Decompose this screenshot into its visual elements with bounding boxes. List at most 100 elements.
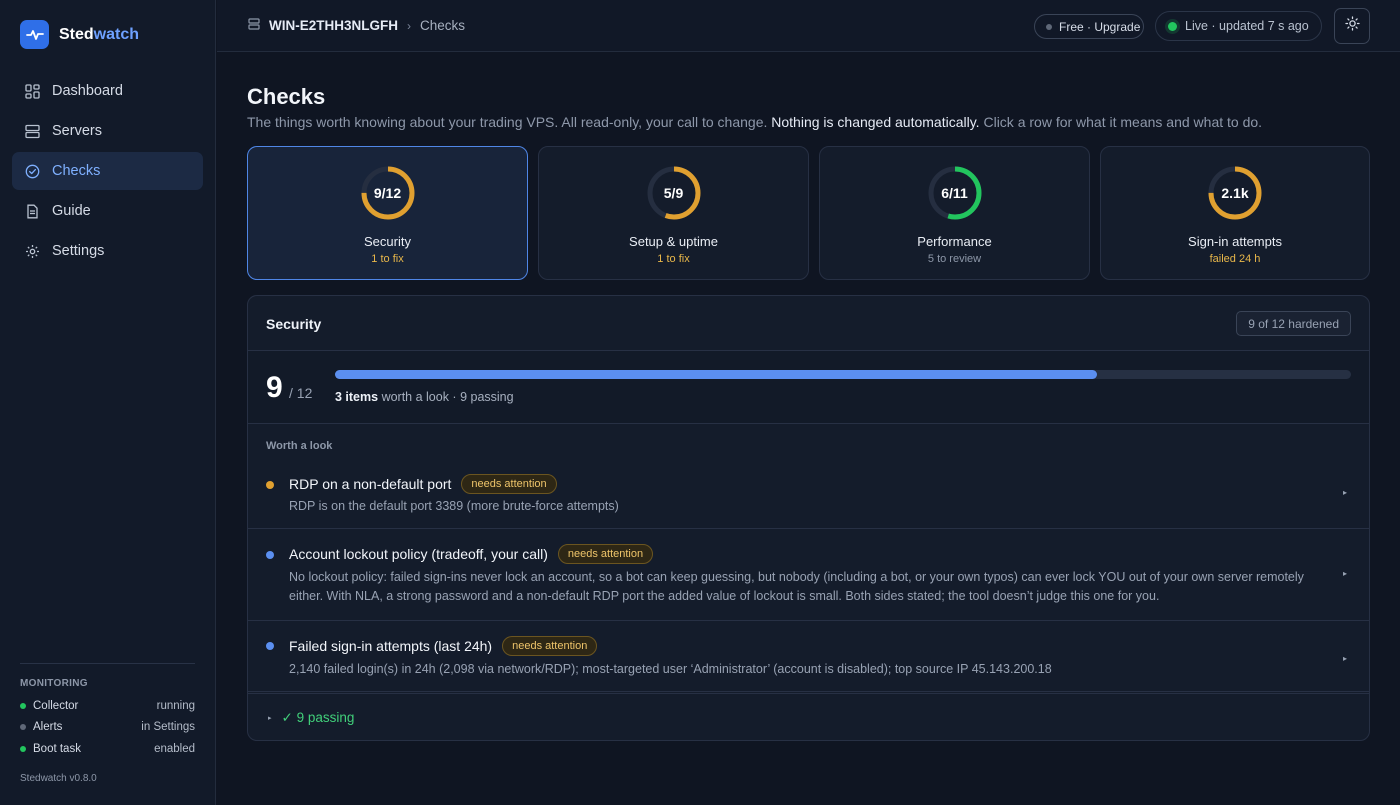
sidebar-item-dashboard[interactable]: Dashboard	[12, 72, 203, 110]
card-value: 5/9	[663, 185, 684, 201]
brand[interactable]: Stedwatch	[20, 20, 139, 49]
monitor-row-boot-task: Boot task enabled	[20, 738, 195, 760]
brand-suffix: watch	[93, 25, 140, 43]
check-row-account-lockout[interactable]: Account lockout policy (tradeoff, your c…	[248, 530, 1369, 621]
sidebar-item-label: Settings	[52, 243, 105, 259]
chevron-right-icon: ▸	[1342, 569, 1347, 578]
breadcrumb-host[interactable]: WIN-E2THH3NLGFH	[269, 18, 398, 33]
card-title: Setup & uptime	[629, 234, 718, 249]
items-count: 3 items	[335, 390, 379, 404]
check-name: RDP on a non-default port needs attention	[289, 474, 557, 494]
breadcrumb: WIN-E2THH3NLGFH › Checks	[248, 18, 465, 33]
severity-dot	[266, 481, 274, 489]
check-description: RDP is on the default port 3389 (more br…	[289, 499, 619, 513]
sidebar-item-guide[interactable]: Guide	[12, 192, 203, 230]
card-subtitle: 1 to fix	[657, 253, 690, 265]
needs-attention-badge: needs attention	[557, 544, 654, 564]
severity-dot	[266, 642, 274, 650]
page-subtitle: The things worth knowing about your trad…	[247, 114, 1262, 130]
status-dot	[20, 724, 26, 731]
card-sign-in-attempts[interactable]: 2.1k Sign-in attempts failed 24 h	[1100, 146, 1370, 280]
panel-title: Security	[266, 316, 322, 332]
plan-dot	[1046, 23, 1052, 30]
score-total: / 12	[289, 385, 313, 401]
theme-toggle-button[interactable]	[1334, 8, 1370, 44]
card-setup-uptime[interactable]: 5/9 Setup & uptime 1 to fix	[538, 146, 809, 280]
score-ring: 2.1k	[1206, 164, 1264, 222]
live-dot	[1168, 21, 1177, 31]
status-dot	[20, 702, 26, 709]
chevron-right-icon: ▸	[1342, 488, 1347, 497]
monitor-row-alerts: Alerts in Settings	[20, 717, 195, 739]
app-version: Stedwatch v0.8.0	[20, 773, 97, 784]
section-label: Worth a look	[266, 440, 333, 452]
chevron-right-icon: ▸	[1342, 654, 1347, 663]
topbar: WIN-E2THH3NLGFH › Checks Free · Upgrade …	[217, 0, 1400, 52]
sidebar-item-servers[interactable]: Servers	[12, 112, 203, 150]
gear-icon	[24, 243, 40, 259]
card-security[interactable]: 9/12 Security 1 to fix	[247, 146, 528, 280]
summary-rest: worth a look · 9 passing	[378, 390, 514, 404]
upgrade-button[interactable]: Free · Upgrade	[1034, 14, 1144, 39]
card-title: Performance	[917, 234, 992, 249]
brand-prefix: Sted	[59, 25, 94, 43]
score-summary-text: 3 items worth a look · 9 passing	[335, 390, 514, 404]
card-value: 6/11	[941, 185, 968, 201]
check-description: 2,140 failed login(s) in 24h (2,098 via …	[289, 662, 1052, 676]
check-name: Account lockout policy (tradeoff, your c…	[289, 544, 654, 564]
monitor-value: running	[156, 699, 195, 712]
needs-attention-badge: needs attention	[461, 474, 557, 494]
security-panel: Security 9 of 12 hardened 9 / 12 3 items…	[247, 295, 1370, 741]
status-dot	[20, 745, 26, 752]
sidebar-item-label: Servers	[52, 123, 102, 139]
check-row-rdp-port[interactable]: RDP on a non-default port needs attention…	[248, 459, 1369, 529]
severity-dot	[266, 551, 274, 559]
servers-icon	[24, 123, 40, 139]
pulse-logo-icon	[20, 20, 49, 49]
subtitle-part: Click a row for what it means and what t…	[979, 114, 1263, 130]
sidebar-item-label: Dashboard	[52, 83, 123, 99]
live-status: Live · updated 7 s ago	[1155, 11, 1322, 41]
summary-cards: 9/12 Security 1 to fix 5/9 Setup & uptim…	[247, 146, 1370, 280]
check-title: Failed sign-in attempts (last 24h)	[289, 638, 493, 654]
page-title: Checks	[247, 84, 326, 109]
sidebar-item-settings[interactable]: Settings	[12, 232, 203, 270]
breadcrumb-page: Checks	[420, 18, 466, 33]
monitor-row-collector: Collector running	[20, 695, 195, 717]
hardened-badge: 9 of 12 hardened	[1236, 311, 1351, 336]
card-title: Security	[364, 234, 411, 249]
chevron-right-icon: ▸	[268, 714, 272, 722]
sidebar-nav: Dashboard Servers Checks Guide Settings	[12, 72, 203, 272]
guide-icon	[24, 203, 40, 219]
sidebar: Stedwatch Dashboard Servers Checks Guide	[0, 0, 216, 805]
score-value: 9	[266, 371, 283, 404]
progress-fill	[335, 370, 1097, 379]
card-subtitle: 5 to review	[927, 253, 982, 265]
live-label: Live · updated 7 s ago	[1185, 19, 1309, 33]
check-title: RDP on a non-default port	[289, 476, 452, 492]
brand-name: Stedwatch	[59, 26, 139, 44]
card-value: 2.1k	[1221, 185, 1249, 201]
needs-attention-badge: needs attention	[502, 636, 598, 656]
card-subtitle: failed 24 h	[1209, 253, 1261, 265]
subtitle-part: The things worth knowing about your trad…	[247, 114, 772, 130]
monitor-label: Collector	[33, 699, 79, 712]
passing-label: ✓ 9 passing	[281, 709, 355, 725]
card-performance[interactable]: 6/11 Performance 5 to review	[819, 146, 1090, 280]
monitor-label: Boot task	[33, 742, 81, 755]
monitor-value: in Settings	[141, 721, 195, 734]
monitor-label: Alerts	[33, 721, 63, 734]
check-title: Account lockout policy (tradeoff, your c…	[289, 546, 548, 562]
check-description: No lockout policy: failed sign-ins never…	[289, 570, 1304, 603]
monitoring-title: MONITORING	[20, 678, 88, 689]
panel-header: Security 9 of 12 hardened	[248, 296, 1369, 351]
server-icon	[248, 18, 260, 33]
card-title: Sign-in attempts	[1188, 234, 1282, 249]
sidebar-item-checks[interactable]: Checks	[12, 152, 203, 190]
passing-toggle[interactable]: ▸ ✓ 9 passing	[248, 693, 1369, 740]
score-ring: 5/9	[645, 164, 703, 222]
check-row-failed-sign-ins[interactable]: Failed sign-in attempts (last 24h) needs …	[248, 622, 1369, 692]
progress-bar	[335, 370, 1351, 379]
sidebar-item-label: Checks	[52, 163, 101, 179]
monitor-value: enabled	[154, 742, 195, 755]
